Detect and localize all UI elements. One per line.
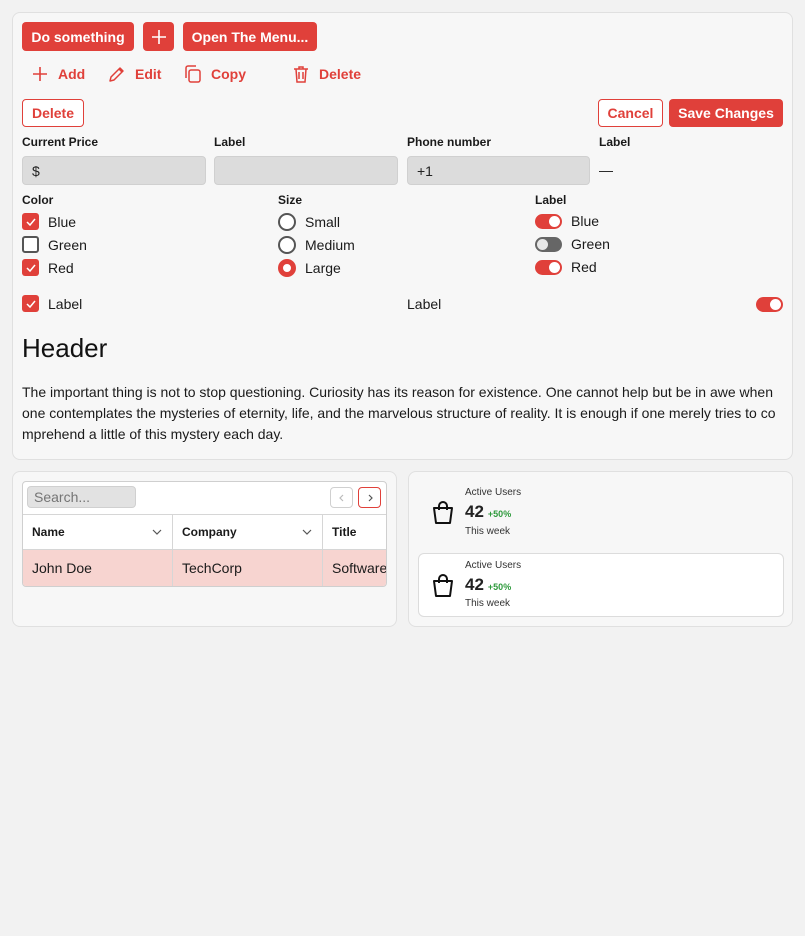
save-changes-button[interactable]: Save Changes	[669, 99, 783, 127]
chevron-right-icon	[368, 494, 373, 501]
stat-title: Active Users	[465, 560, 522, 571]
cancel-button[interactable]: Cancel	[598, 99, 663, 127]
chevron-down-icon	[152, 529, 162, 535]
search-input[interactable]	[27, 486, 136, 508]
field-label: Label	[214, 135, 246, 149]
price-prefix: $	[32, 162, 40, 179]
checkbox-checked-icon	[22, 259, 39, 276]
toggle-on-icon	[535, 213, 562, 229]
size-group-label: Size	[278, 193, 303, 207]
checkbox-green[interactable]: Green	[22, 236, 87, 253]
checkbox-blue[interactable]: Blue	[22, 213, 76, 230]
switch-red[interactable]: Red	[535, 259, 597, 275]
radio-label: Large	[305, 260, 341, 276]
radio-medium[interactable]: Medium	[278, 236, 355, 254]
data-table: Name Company Title John Doe TechCorp Sof…	[22, 481, 387, 587]
color-group-label: Color	[22, 193, 54, 207]
edit-button[interactable]: Edit	[107, 64, 161, 84]
stat-value-row: 42 +50%	[465, 575, 511, 595]
stat-value: 42	[465, 575, 484, 594]
phone-label: Phone number	[407, 135, 492, 149]
switch-blue[interactable]: Blue	[535, 213, 599, 229]
radio-unselected-icon	[278, 236, 296, 254]
stat-value: 42	[465, 502, 484, 521]
stat-period: This week	[465, 598, 511, 609]
phone-input[interactable]: +1	[407, 156, 590, 185]
delete-button[interactable]: Delete	[22, 99, 84, 127]
stat-delta: +50%	[487, 582, 512, 592]
single-checkbox[interactable]: Label	[22, 295, 82, 312]
price-input[interactable]: $	[22, 156, 206, 185]
delete-label: Delete	[319, 66, 362, 82]
switch-label: Green	[571, 236, 610, 252]
checkbox-red[interactable]: Red	[22, 259, 74, 276]
plus-button[interactable]	[143, 22, 174, 51]
single-switch[interactable]	[756, 297, 783, 312]
page-header: Header	[22, 333, 108, 363]
stat-period: This week	[465, 526, 511, 537]
chevron-down-icon	[302, 529, 312, 535]
add-button[interactable]: Add	[30, 64, 85, 84]
label-value: —	[599, 162, 613, 178]
stat-value-row: 42 +50%	[465, 502, 511, 522]
checkbox-label: Green	[48, 236, 87, 253]
radio-selected-icon	[278, 259, 296, 277]
add-label: Add	[58, 66, 86, 82]
column-header-name[interactable]: Name	[23, 514, 173, 549]
toggle-on-icon	[535, 259, 562, 275]
column-header-company[interactable]: Company	[173, 514, 323, 549]
field-label-2: Label	[599, 135, 631, 149]
copy-button[interactable]: Copy	[183, 64, 246, 84]
column-title: Title	[332, 525, 357, 539]
radio-small[interactable]: Small	[278, 213, 340, 231]
plus-icon	[151, 29, 166, 44]
label-input[interactable]	[214, 156, 398, 185]
stat-title: Active Users	[465, 487, 522, 498]
checkbox-checked-icon	[22, 295, 39, 312]
table-cell: Software	[323, 549, 386, 586]
radio-unselected-icon	[278, 213, 296, 231]
switch-label: Blue	[571, 213, 600, 229]
checkbox-label: Blue	[48, 213, 77, 230]
phone-value: +1	[417, 162, 433, 179]
checkbox-label: Red	[48, 259, 74, 276]
single-switch-label: Label	[407, 296, 442, 312]
table-cell: TechCorp	[173, 549, 323, 586]
prev-page-button[interactable]	[330, 487, 353, 508]
radio-large[interactable]: Large	[278, 259, 341, 277]
table-cell: John Doe	[23, 549, 173, 586]
checkbox-unchecked-icon	[22, 236, 39, 253]
switch-green[interactable]: Green	[535, 236, 610, 252]
plus-icon	[33, 67, 47, 81]
stat-item: Active Users 42 +50% This week	[418, 553, 784, 617]
radio-label: Medium	[305, 237, 355, 253]
switch-group-label: Label	[535, 193, 567, 207]
body-paragraph: The important thing is not to stop quest…	[22, 384, 776, 442]
shopping-bag-icon	[433, 501, 453, 524]
copy-label: Copy	[211, 66, 246, 82]
next-page-button[interactable]	[358, 487, 381, 508]
checkbox-label: Label	[48, 295, 83, 312]
delete-ghost-button[interactable]: Delete	[291, 64, 361, 84]
pencil-icon	[109, 67, 124, 82]
column-header-title[interactable]: Title	[323, 514, 386, 549]
column-title: Name	[32, 525, 65, 539]
edit-label: Edit	[135, 66, 162, 82]
do-something-button[interactable]: Do something	[22, 22, 134, 51]
toggle-off-icon	[535, 236, 562, 252]
checkbox-checked-icon	[22, 213, 39, 230]
stat-item: Active Users 42 +50% This week	[418, 481, 784, 545]
stat-delta: +50%	[487, 509, 512, 519]
trash-icon	[294, 66, 308, 83]
column-title: Company	[182, 525, 237, 539]
radio-label: Small	[305, 214, 341, 230]
shopping-bag-icon	[433, 574, 453, 597]
copy-icon	[185, 65, 201, 83]
switch-label: Red	[571, 259, 597, 275]
price-label: Current Price	[22, 135, 99, 149]
open-menu-button[interactable]: Open The Menu...	[183, 22, 317, 51]
chevron-left-icon	[338, 494, 343, 501]
